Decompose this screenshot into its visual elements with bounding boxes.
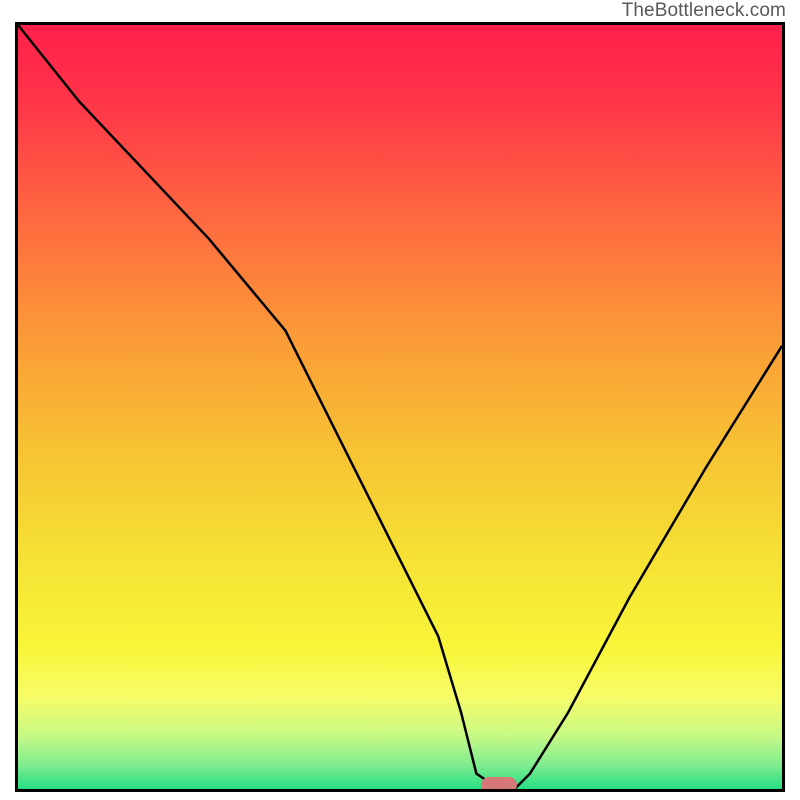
optimal-marker: [481, 777, 517, 792]
watermark-label: TheBottleneck.com: [622, 0, 786, 22]
plot-area: [15, 22, 785, 792]
chart-container: TheBottleneck.com: [0, 0, 800, 800]
bottleneck-curve: [18, 25, 782, 789]
